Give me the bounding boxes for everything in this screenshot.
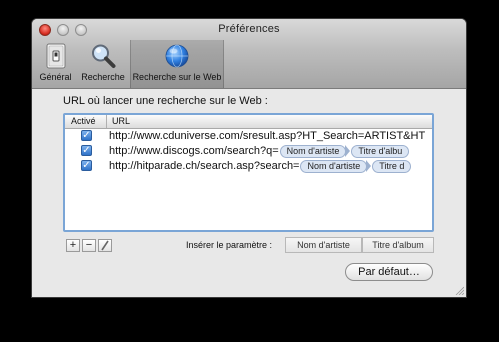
remove-row-button[interactable]: − bbox=[82, 239, 96, 252]
active-checkbox[interactable]: ✓ bbox=[81, 160, 92, 171]
pencil-icon bbox=[101, 240, 109, 251]
url-text: http://www.cduniverse.com/sresult.asp?HT… bbox=[109, 130, 426, 142]
toolbar-item-web-search[interactable]: Recherche sur le Web bbox=[130, 40, 224, 88]
active-checkbox[interactable]: ✓ bbox=[81, 130, 92, 141]
param-token[interactable]: Nom d'artiste bbox=[300, 160, 368, 173]
column-divider bbox=[106, 115, 107, 128]
param-token[interactable]: Nom d'artiste bbox=[279, 145, 347, 158]
toolbar-item-general[interactable]: Général bbox=[34, 40, 77, 88]
table-row[interactable]: ✓ http://www.cduniverse.com/sresult.asp?… bbox=[65, 129, 432, 144]
toolbar-label-general: Général bbox=[39, 72, 72, 82]
section-label: URL où lancer une recherche sur le Web : bbox=[63, 95, 268, 107]
resize-grip-icon[interactable] bbox=[454, 285, 464, 295]
preferences-window: Préférences Général Recherche Recherche … bbox=[32, 19, 466, 297]
token-arrow-icon bbox=[366, 160, 372, 172]
url-cell[interactable]: http://www.cduniverse.com/sresult.asp?HT… bbox=[109, 129, 432, 144]
url-cell[interactable]: http://hitparade.ch/search.asp?search= No… bbox=[109, 159, 432, 174]
title-bar: Préférences Général Recherche Recherche … bbox=[32, 19, 466, 89]
edit-row-button[interactable] bbox=[98, 239, 112, 252]
column-header-active[interactable]: Activé bbox=[71, 116, 96, 126]
add-row-button[interactable]: + bbox=[66, 239, 80, 252]
url-text: http://www.discogs.com/search?q= bbox=[109, 145, 279, 157]
insert-artist-name-button[interactable]: Nom d'artiste bbox=[285, 237, 362, 253]
globe-icon bbox=[165, 44, 189, 68]
toolbar-label-web-search: Recherche sur le Web bbox=[132, 72, 222, 82]
toolbar-label-search: Recherche bbox=[81, 72, 125, 82]
param-token[interactable]: Titre d'albu bbox=[351, 145, 410, 158]
token-arrow-icon bbox=[345, 145, 351, 157]
table-row[interactable]: ✓ http://hitparade.ch/search.asp?search=… bbox=[65, 159, 432, 174]
active-checkbox[interactable]: ✓ bbox=[81, 145, 92, 156]
insert-parameter-label: Insérer le paramètre : bbox=[186, 240, 273, 250]
magnifier-icon bbox=[92, 44, 116, 68]
column-header-url[interactable]: URL bbox=[112, 116, 130, 126]
url-table[interactable]: Activé URL ✓ http://www.cduniverse.com/s… bbox=[63, 113, 434, 232]
window-title: Préférences bbox=[218, 23, 280, 35]
toolbar-item-search[interactable]: Recherche bbox=[78, 40, 128, 88]
param-token[interactable]: Titre d bbox=[372, 160, 412, 173]
insert-album-title-button[interactable]: Titre d'album bbox=[362, 237, 434, 253]
general-switch-icon bbox=[46, 43, 65, 69]
url-text: http://hitparade.ch/search.asp?search= bbox=[109, 160, 300, 172]
url-cell[interactable]: http://www.discogs.com/search?q= Nom d'ar… bbox=[109, 144, 432, 159]
restore-defaults-button[interactable]: Par défaut… bbox=[345, 263, 433, 281]
table-header: Activé URL bbox=[65, 115, 432, 129]
table-row[interactable]: ✓ http://www.discogs.com/search?q= Nom d'… bbox=[65, 144, 432, 159]
